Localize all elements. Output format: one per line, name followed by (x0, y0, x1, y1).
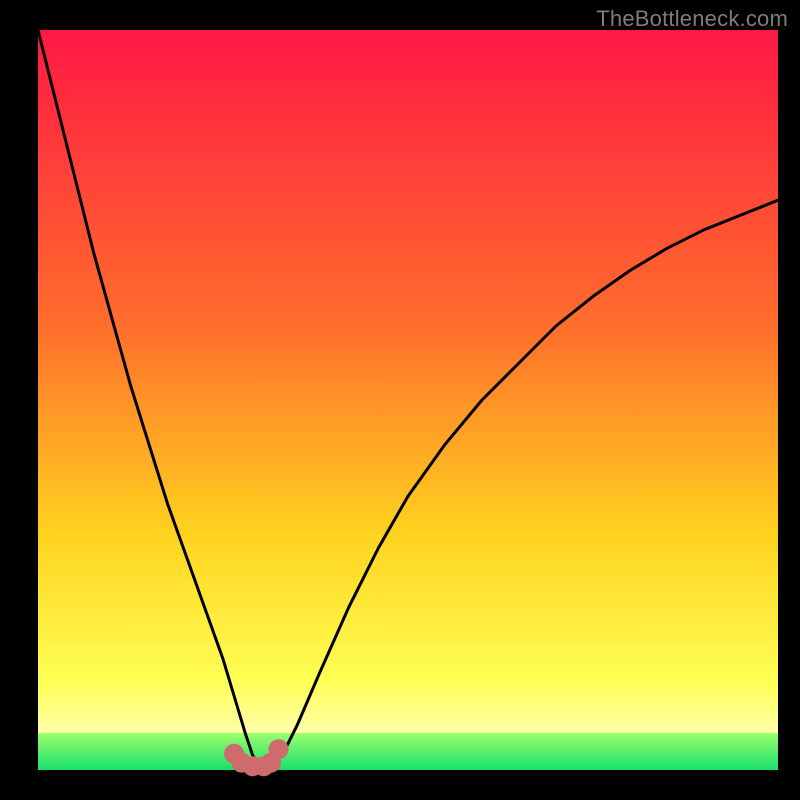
plot-area (38, 30, 778, 770)
chart-stage: TheBottleneck.com (0, 0, 800, 800)
curve-marker (269, 739, 289, 759)
curve-layer (38, 30, 778, 770)
watermark-text: TheBottleneck.com (596, 6, 788, 32)
bottleneck-curve (38, 30, 778, 766)
curve-markers (224, 739, 288, 776)
